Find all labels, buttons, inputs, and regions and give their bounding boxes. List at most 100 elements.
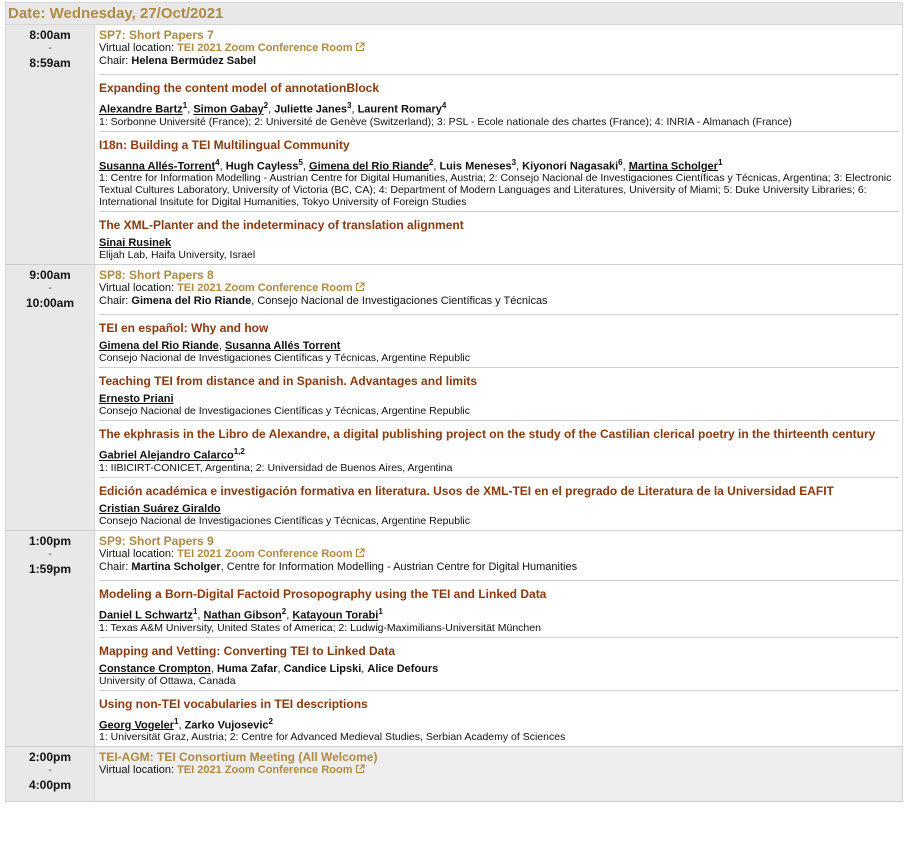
author-name: Huma Zafar	[216, 662, 278, 675]
chair-name: Martina Scholger	[131, 560, 221, 573]
author-name[interactable]: Simon Gabay	[193, 104, 263, 116]
external-link-icon[interactable]	[355, 548, 365, 558]
paper-title[interactable]: Using non-TEI vocabularies in TEI descri…	[99, 697, 899, 711]
session-time: 1:00pm -1:59pm	[6, 530, 95, 747]
paper-item: Mapping and Vetting: Converting TEI to L…	[99, 636, 899, 690]
session-chair: Chair: Martina Scholger, Centre for Info…	[99, 561, 899, 574]
session-header: SP7: Short Papers 7 Virtual location: TEI…	[99, 25, 899, 74]
zoom-room-link[interactable]: TEI 2021 Zoom Conference Room	[177, 42, 352, 54]
paper-item: Expanding the content model of annotatio…	[99, 74, 899, 131]
author-name[interactable]: Alexandre Bartz	[99, 104, 183, 116]
author-name[interactable]: Gimena del Rio Riande	[99, 340, 219, 352]
chair-affiliation: , Consejo Nacional de Investigaciones Ci…	[251, 295, 548, 308]
author-name[interactable]: Cristian Suárez Giraldo	[99, 503, 221, 515]
paper-title[interactable]: Expanding the content model of annotatio…	[99, 81, 899, 95]
paper-affiliation: Consejo Nacional de Investigaciones Cien…	[99, 514, 471, 527]
date-header: Date: Wednesday, 27/Oct/2021	[5, 2, 903, 25]
zoom-room-link[interactable]: TEI 2021 Zoom Conference Room	[177, 764, 352, 776]
author-name[interactable]: Georg Vogeler	[99, 719, 174, 731]
author-name: Juliette Janes	[274, 103, 347, 116]
time-start: 8:00am	[29, 28, 71, 42]
time-end: 4:00pm	[28, 778, 72, 793]
virtual-location-label: Virtual location:	[99, 547, 178, 560]
paper-item: Edición académica e investigación format…	[99, 476, 899, 530]
session-row: 9:00am -10:00am SP8: Short Papers 8 Virtual…	[5, 265, 903, 531]
paper-authors: Ernesto Priani	[99, 393, 899, 405]
time-separator: -	[48, 283, 52, 295]
session-content: SP8: Short Papers 8 Virtual location: TEI…	[95, 265, 902, 530]
virtual-location: Virtual location: TEI 2021 Zoom Conferen…	[99, 42, 899, 55]
external-link-icon[interactable]	[355, 42, 365, 52]
session-chair: Chair: Helena Bermúdez Sabel	[99, 55, 899, 68]
session-time: 8:00am - 8:59am	[6, 25, 95, 265]
author-name[interactable]: Susanna Allés Torrent	[225, 340, 341, 352]
chair-label: Chair:	[99, 295, 132, 308]
zoom-room-link[interactable]: TEI 2021 Zoom Conference Room	[177, 548, 352, 560]
paper-title[interactable]: I18n: Building a TEI Multilingual Commun…	[99, 138, 899, 152]
paper-title[interactable]: Edición académica e investigación format…	[99, 484, 899, 498]
paper-affiliation: 1: Sorbonne Université (France); 2: Univ…	[99, 115, 792, 128]
session-list: 8:00am -8:59am SP7: Short Papers 7 Virtual …	[5, 25, 903, 803]
paper-item: Modeling a Born-Digital Factoid Prosopog…	[99, 579, 899, 637]
author-name[interactable]: Nathan Gibson	[204, 610, 282, 622]
time-end: 1:59pm	[28, 561, 72, 576]
author-name[interactable]: Gabriel Alejandro Calarco	[99, 450, 234, 462]
virtual-location-label: Virtual location:	[99, 42, 178, 54]
paper-affiliation: Consejo Nacional de Investigaciones Cien…	[99, 405, 471, 418]
session-title[interactable]: SP7: Short Papers 7	[99, 29, 899, 42]
virtual-location: Virtual location: TEI 2021 Zoom Conferen…	[99, 764, 899, 777]
chair-affiliation: , Centre for Information Modelling - Aus…	[220, 560, 578, 573]
external-link-icon[interactable]	[355, 282, 365, 292]
author-name: Luis Meneses	[439, 160, 512, 173]
session-row: 1:00pm -1:59pm SP9: Short Papers 9 Virtual …	[5, 530, 903, 748]
paper-title[interactable]: The ekphrasis in the Libro de Alexandre,…	[99, 427, 899, 441]
time-separator: -	[48, 765, 52, 777]
paper-authors: Gabriel Alejandro Calarco1,2	[99, 446, 899, 462]
paper-authors: Alexandre Bartz1, Simon Gabay2, Juliette…	[99, 100, 899, 116]
author-name[interactable]: Ernesto Priani	[99, 393, 174, 405]
paper-item: TEI en español: Why and how Gimena del Ri…	[99, 314, 899, 367]
paper-title[interactable]: Modeling a Born-Digital Factoid Prosopog…	[99, 587, 899, 601]
paper-title[interactable]: Teaching TEI from distance and in Spanis…	[99, 374, 899, 388]
author-name[interactable]: Daniel L Schwartz	[99, 610, 193, 622]
author-name: Zarko Vujosevic	[184, 719, 269, 732]
session-title[interactable]: TEI-AGM: TEI Consortium Meeting (All Wel…	[99, 751, 899, 764]
author-name[interactable]: Martina Scholger	[629, 160, 718, 172]
session-time: 9:00am -10:00am	[6, 265, 95, 530]
time-start: 1:00pm	[28, 533, 72, 548]
paper-title[interactable]: The XML-Planter and the indeterminacy of…	[99, 218, 899, 232]
virtual-location: Virtual location: TEI 2021 Zoom Conferen…	[99, 548, 899, 561]
author-name[interactable]: Sinai Rusinek	[99, 237, 171, 249]
paper-title[interactable]: Mapping and Vetting: Converting TEI to L…	[99, 644, 899, 658]
session-title[interactable]: SP8: Short Papers 8	[99, 269, 899, 282]
paper-authors: Cristian Suárez Giraldo	[99, 503, 899, 515]
time-start: 9:00am	[29, 268, 71, 283]
author-name: Alice Defours	[367, 662, 439, 675]
virtual-location-label: Virtual location:	[99, 764, 178, 777]
chair-label: Chair:	[99, 560, 132, 573]
session-content: SP7: Short Papers 7 Virtual location: TEI…	[95, 25, 902, 264]
author-name[interactable]: Katayoun Torabi	[292, 610, 378, 622]
paper-affiliation: 1: Texas A&M University, United States o…	[99, 621, 541, 634]
external-link-icon[interactable]	[355, 764, 365, 774]
author-name: Laurent Romary	[357, 103, 442, 116]
author-name: Hugh Cayless	[225, 160, 299, 173]
time-separator: -	[48, 43, 52, 54]
paper-authors: Gimena del Rio Riande, Susanna Allés Tor…	[99, 340, 899, 352]
paper-title[interactable]: TEI en español: Why and how	[99, 321, 899, 335]
zoom-room-link[interactable]: TEI 2021 Zoom Conference Room	[177, 282, 352, 294]
paper-authors: Daniel L Schwartz1, Nathan Gibson2, Kata…	[99, 606, 899, 622]
paper-item: The ekphrasis in the Libro de Alexandre,…	[99, 420, 899, 477]
paper-authors: Susanna Allés-Torrent4, Hugh Cayless5, G…	[99, 157, 899, 173]
author-name[interactable]: Susanna Allés-Torrent	[99, 160, 215, 172]
time-end: 10:00am	[25, 296, 75, 311]
session-title[interactable]: SP9: Short Papers 9	[99, 534, 899, 548]
author-name[interactable]: Constance Crompton	[99, 663, 211, 675]
author-name[interactable]: Gimena del Rio Riande	[309, 160, 429, 172]
chair-name: Gimena del Rio Riande	[131, 295, 252, 308]
author-affiliation-index: 2	[268, 716, 273, 726]
chair-label: Chair:	[99, 55, 132, 67]
paper-authors: Constance Crompton, Huma Zafar, Candice …	[99, 663, 899, 675]
time-start: 2:00pm	[28, 750, 72, 765]
schedule-page: Date: Wednesday, 27/Oct/2021 8:00am -8:59…	[5, 2, 903, 803]
